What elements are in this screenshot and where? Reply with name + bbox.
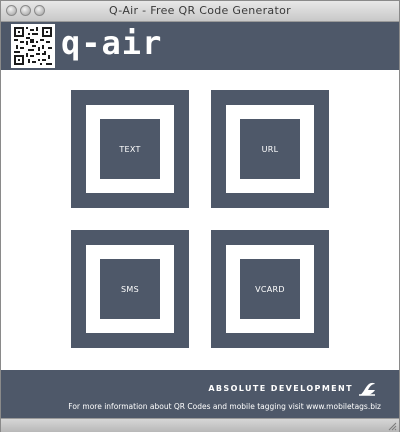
tile-center: URL: [240, 119, 300, 179]
title-bar[interactable]: Q-Air - Free QR Code Generator: [1, 1, 399, 22]
vcard-button[interactable]: VCARD: [211, 230, 329, 348]
tile-center: SMS: [100, 259, 160, 319]
resize-grip-icon[interactable]: [387, 421, 397, 431]
tile-center: TEXT: [100, 119, 160, 179]
tile-center: VCARD: [240, 259, 300, 319]
app-footer: ABSOLUTE DEVELOPMENT For more informatio…: [1, 370, 399, 418]
developer-name: ABSOLUTE DEVELOPMENT: [208, 384, 353, 393]
tile-label: SMS: [121, 284, 139, 294]
tile-label: TEXT: [119, 144, 141, 154]
app-brand-logo: q-air: [61, 24, 163, 62]
status-bar: [1, 418, 399, 432]
footer-info-link[interactable]: For more information about QR Codes and …: [1, 402, 381, 411]
text-button[interactable]: TEXT: [71, 90, 189, 208]
absolute-development-logo-icon: [359, 382, 375, 396]
tile-label: URL: [261, 144, 279, 154]
app-window: Q-Air - Free QR Code Generator q-air TEX…: [0, 0, 400, 432]
qr-code-icon: [11, 24, 55, 68]
url-button[interactable]: URL: [211, 90, 329, 208]
app-header: q-air: [1, 22, 399, 70]
sms-button[interactable]: SMS: [71, 230, 189, 348]
window-title: Q-Air - Free QR Code Generator: [109, 4, 291, 17]
tile-label: VCARD: [255, 284, 285, 294]
